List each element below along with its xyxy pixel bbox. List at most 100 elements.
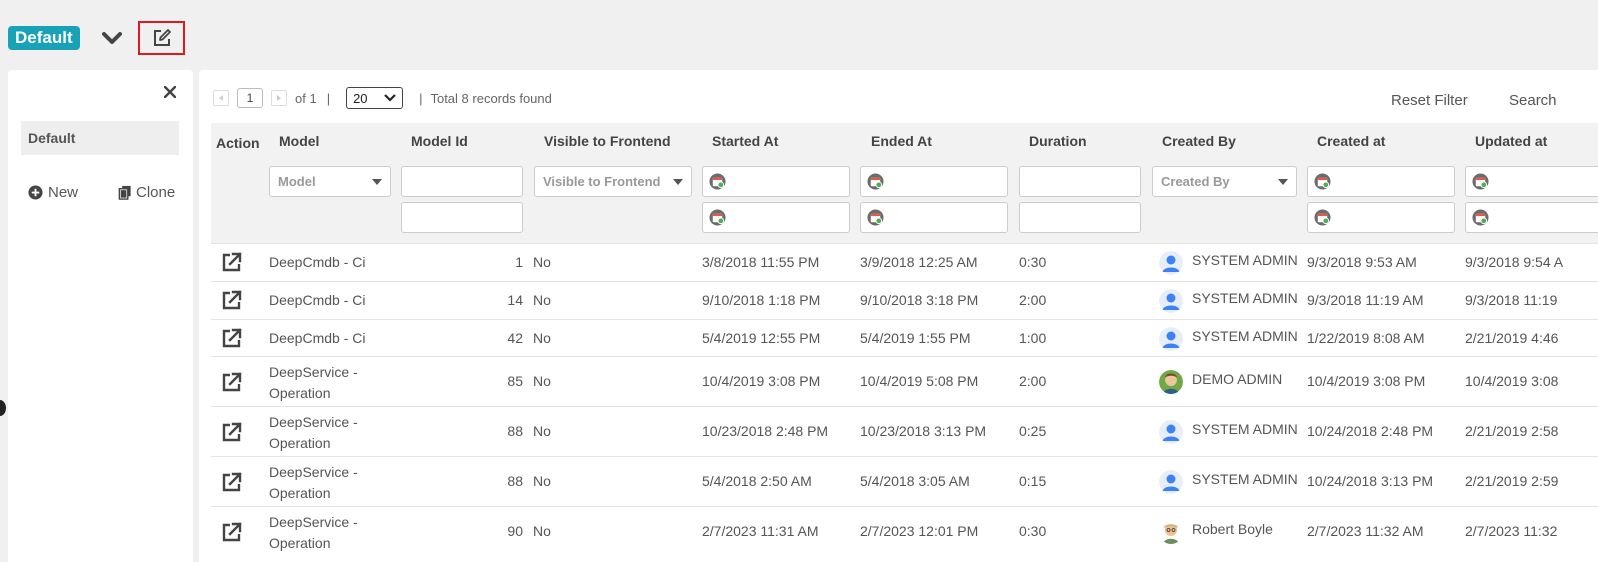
started-from-input[interactable] bbox=[702, 166, 850, 197]
avatar bbox=[1159, 289, 1183, 313]
table-row: DeepCmdb - Ci 42 No 5/4/2019 12:55 PM 5/4/20… bbox=[211, 319, 1598, 356]
created-from-input[interactable] bbox=[1307, 166, 1455, 197]
view-badge[interactable]: Default bbox=[8, 26, 80, 50]
caret-down-icon bbox=[372, 178, 382, 185]
model-cell: DeepService - Operation bbox=[269, 412, 358, 454]
page-number-input[interactable]: 1 bbox=[237, 88, 263, 108]
avatar bbox=[1159, 470, 1183, 494]
calendar-icon bbox=[709, 173, 726, 190]
started-at-cell: 5/4/2019 12:55 PM bbox=[702, 330, 821, 346]
table-row: DeepService - Operation 88 No 5/4/2018 2:50 … bbox=[211, 456, 1598, 506]
open-record-icon[interactable] bbox=[221, 251, 243, 273]
edit-view-button[interactable] bbox=[138, 21, 185, 55]
ended-at-cell: 3/9/2018 12:25 AM bbox=[860, 254, 978, 270]
model-id-cell: 1 bbox=[515, 254, 523, 270]
calendar-icon bbox=[867, 173, 884, 190]
created-by-cell[interactable]: SYSTEM ADMIN bbox=[1192, 421, 1298, 437]
column-header-model[interactable]: Model bbox=[279, 133, 319, 149]
column-header-updated-at[interactable]: Updated at bbox=[1475, 133, 1547, 149]
table-row: DeepCmdb - Ci 1 No 3/8/2018 11:55 PM 3/9/201… bbox=[211, 243, 1598, 281]
page-count: of 1 bbox=[295, 90, 317, 106]
pager-separator: | bbox=[326, 90, 331, 106]
created-at-cell: 10/24/2018 2:48 PM bbox=[1307, 423, 1434, 439]
calendar-icon bbox=[1472, 173, 1489, 190]
table-row: DeepService - Operation 90 No 2/7/2023 11:31… bbox=[211, 506, 1598, 556]
calendar-icon bbox=[1314, 173, 1331, 190]
search-button[interactable]: Search bbox=[1509, 92, 1557, 109]
new-label: New bbox=[48, 184, 79, 201]
updated-to-input[interactable] bbox=[1465, 202, 1598, 233]
model-id-max-input[interactable] bbox=[401, 202, 523, 233]
duration-min-input[interactable] bbox=[1019, 166, 1141, 197]
ended-to-input[interactable] bbox=[860, 202, 1008, 233]
model-filter-select[interactable]: Model bbox=[269, 166, 391, 197]
model-id-cell: 88 bbox=[507, 473, 523, 489]
model-line-1: DeepService - bbox=[269, 364, 358, 380]
model-id-cell: 14 bbox=[507, 292, 523, 308]
open-record-icon[interactable] bbox=[221, 471, 243, 493]
ended-at-cell: 10/4/2019 5:08 PM bbox=[860, 373, 979, 389]
created-by-cell[interactable]: SYSTEM ADMIN bbox=[1192, 471, 1298, 487]
column-header-created-by[interactable]: Created By bbox=[1162, 133, 1236, 149]
next-page-icon[interactable] bbox=[271, 90, 287, 106]
scroll-handle[interactable] bbox=[0, 400, 6, 416]
open-record-icon[interactable] bbox=[221, 327, 243, 349]
page-size-select[interactable]: 20 bbox=[346, 87, 404, 109]
ended-at-cell: 10/23/2018 3:13 PM bbox=[860, 423, 987, 439]
open-record-icon[interactable] bbox=[221, 371, 243, 393]
created-to-input[interactable] bbox=[1307, 202, 1455, 233]
top-bar: Default bbox=[0, 0, 1598, 68]
total-records: Total 8 records found bbox=[430, 90, 552, 106]
created-by-cell[interactable]: SYSTEM ADMIN bbox=[1192, 290, 1298, 306]
model-cell: DeepService - Operation bbox=[269, 362, 358, 404]
created-by-cell[interactable]: SYSTEM ADMIN bbox=[1192, 328, 1298, 344]
open-record-icon[interactable] bbox=[221, 421, 243, 443]
ended-from-input[interactable] bbox=[860, 166, 1008, 197]
updated-from-input[interactable] bbox=[1465, 166, 1598, 197]
ended-at-cell: 9/10/2018 3:18 PM bbox=[860, 292, 979, 308]
caret-down-icon bbox=[1278, 178, 1288, 185]
ended-at-cell: 5/4/2019 1:55 PM bbox=[860, 330, 971, 346]
chevron-down-icon[interactable] bbox=[100, 28, 124, 50]
reset-filter-button[interactable]: Reset Filter bbox=[1391, 92, 1468, 109]
created-at-cell: 9/3/2018 11:19 AM bbox=[1307, 292, 1424, 308]
column-header-model-id[interactable]: Model Id bbox=[411, 133, 468, 149]
table-row: DeepCmdb - Ci 14 No 9/10/2018 1:18 PM 9/10/2… bbox=[211, 281, 1598, 319]
started-at-cell: 10/23/2018 2:48 PM bbox=[702, 423, 829, 439]
created-by-cell[interactable]: Robert Boyle bbox=[1192, 521, 1273, 537]
visible-filter-select[interactable]: Visible to Frontend bbox=[534, 166, 692, 197]
clone-view-button[interactable]: Clone bbox=[118, 184, 175, 201]
column-header-started-at[interactable]: Started At bbox=[712, 133, 778, 149]
started-to-input[interactable] bbox=[702, 202, 850, 233]
column-header-visible[interactable]: Visible to Frontend bbox=[544, 133, 671, 149]
duration-max-input[interactable] bbox=[1019, 202, 1141, 233]
visible-cell: No bbox=[533, 254, 551, 270]
duration-cell: 1:00 bbox=[1019, 330, 1047, 346]
created-by-filter-select[interactable]: Created By bbox=[1152, 166, 1297, 197]
created-at-cell: 2/7/2023 11:32 AM bbox=[1307, 523, 1424, 539]
column-header-ended-at[interactable]: Ended At bbox=[871, 133, 932, 149]
visible-filter-label: Visible to Frontend bbox=[543, 174, 661, 189]
prev-page-icon[interactable] bbox=[213, 90, 229, 106]
duration-cell: 2:00 bbox=[1019, 292, 1047, 308]
created-at-cell: 10/4/2019 3:08 PM bbox=[1307, 373, 1426, 389]
model-id-cell: 88 bbox=[507, 423, 523, 439]
created-by-cell[interactable]: SYSTEM ADMIN bbox=[1192, 252, 1298, 268]
created-by-cell[interactable]: DEMO ADMIN bbox=[1192, 371, 1282, 387]
open-record-icon[interactable] bbox=[221, 289, 243, 311]
model-cell: DeepService - Operation bbox=[269, 512, 358, 554]
created-at-cell: 1/22/2019 8:08 AM bbox=[1307, 330, 1425, 346]
calendar-icon bbox=[1472, 209, 1489, 226]
column-header-duration[interactable]: Duration bbox=[1029, 133, 1087, 149]
calendar-icon bbox=[1314, 209, 1331, 226]
column-header-created-at[interactable]: Created at bbox=[1317, 133, 1385, 149]
new-view-button[interactable]: New bbox=[28, 184, 78, 201]
open-record-icon[interactable] bbox=[221, 521, 243, 543]
close-icon[interactable] bbox=[162, 84, 178, 100]
model-id-min-input[interactable] bbox=[401, 166, 523, 197]
chevron-down-icon bbox=[384, 94, 396, 102]
view-item-default[interactable]: Default bbox=[21, 121, 179, 155]
duration-cell: 0:30 bbox=[1019, 523, 1047, 539]
records-grid-panel: 1 of 1 | 20 | Total 8 records found Rese… bbox=[199, 70, 1598, 562]
ended-at-cell: 2/7/2023 12:01 PM bbox=[860, 523, 979, 539]
